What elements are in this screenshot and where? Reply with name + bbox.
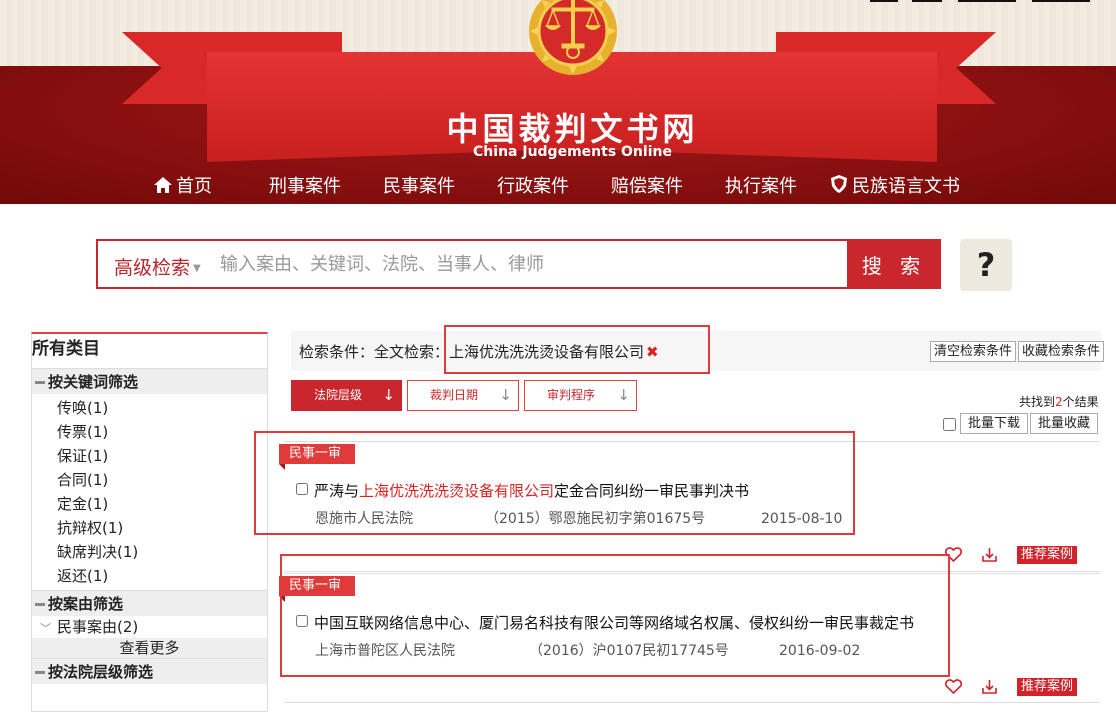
advanced-search-label: 高级检索	[114, 257, 191, 279]
keyword-filter-item[interactable]: 保证(1)	[57, 444, 267, 468]
shield-icon	[831, 175, 847, 193]
main-nav: 首页 刑事案件 民事案件 行政案件 赔偿案件 执行案件 民族语言文书	[0, 168, 1116, 202]
annotation-box	[280, 554, 950, 677]
nav-item-civil[interactable]: 民事案件	[383, 172, 455, 198]
cause-filter-header[interactable]: 按案由筛选	[32, 590, 267, 616]
keyword-filter-item[interactable]: 定金(1)	[57, 492, 267, 516]
criteria-label: 检索条件：全文检索：	[299, 343, 450, 361]
cause-filter-item[interactable]: ﹀ 民事案由(2)	[32, 616, 267, 638]
home-icon	[154, 177, 172, 193]
nav-item-home[interactable]: 首页	[153, 172, 212, 198]
top-link[interactable]	[1032, 0, 1090, 2]
batch-collect-button[interactable]: 批量收藏	[1030, 413, 1099, 434]
result-actions: 推荐案例	[944, 544, 1077, 564]
result-count: 共找到2个结果	[1019, 393, 1099, 410]
select-all-checkbox[interactable]	[943, 418, 956, 431]
site-subtitle: China Judgements Online	[473, 144, 672, 160]
help-button[interactable]: ?	[960, 239, 1012, 291]
download-icon[interactable]	[981, 547, 998, 563]
see-more-link[interactable]: 查看更多	[32, 638, 267, 658]
result-actions: 推荐案例	[944, 676, 1077, 696]
top-link[interactable]	[912, 0, 942, 2]
annotation-box	[254, 431, 855, 535]
sort-label: 法院层级	[314, 388, 363, 402]
keyword-filter-list: 传唤(1) 传票(1) 保证(1) 合同(1) 定金(1) 抗辩权(1) 缺席判…	[32, 394, 267, 590]
chevron-down-icon: ﹀	[40, 622, 51, 635]
result-count-suffix: 个结果	[1062, 395, 1099, 409]
search-input[interactable]	[220, 251, 820, 277]
recommend-case-button[interactable]: 推荐案例	[1016, 677, 1077, 696]
sort-court-level[interactable]: 法院层级 ↓	[291, 380, 402, 411]
search-button[interactable]: 搜 索	[847, 239, 941, 289]
recommend-case-button[interactable]: 推荐案例	[1016, 545, 1077, 564]
nav-label: 首页	[176, 176, 212, 197]
arrow-down-icon: ↓	[499, 386, 512, 404]
keyword-filter-item[interactable]: 合同(1)	[57, 468, 267, 492]
nav-item-compensation[interactable]: 赔偿案件	[611, 172, 683, 198]
result-count-prefix: 共找到	[1019, 395, 1056, 409]
nav-item-ethnic-language[interactable]: 民族语言文书	[829, 172, 960, 198]
nav-item-administrative[interactable]: 行政案件	[497, 172, 569, 198]
keyword-filter-item[interactable]: 传票(1)	[57, 420, 267, 444]
nav-item-enforcement[interactable]: 执行案件	[725, 172, 797, 198]
court-level-filter-header[interactable]: 按法院层级筛选	[32, 658, 267, 684]
sort-judgment-date[interactable]: 裁判日期 ↓	[407, 380, 519, 411]
sort-label: 裁判日期	[430, 388, 479, 402]
batch-download-button[interactable]: 批量下载	[960, 413, 1029, 434]
arrow-down-icon: ↓	[382, 386, 395, 404]
keyword-filter-item[interactable]: 返还(1)	[57, 564, 267, 588]
download-icon[interactable]	[981, 679, 998, 695]
advanced-search-dropdown[interactable]: 高级检索 ▼	[114, 253, 201, 280]
save-criteria-button[interactable]: 收藏检索条件	[1018, 341, 1105, 362]
sort-label: 审判程序	[547, 388, 596, 402]
cause-filter-label: 民事案由(2)	[57, 618, 139, 636]
top-link[interactable]	[958, 0, 1016, 2]
filter-sidebar: 所有类目 按关键词筛选 传唤(1) 传票(1) 保证(1) 合同(1) 定金(1…	[31, 332, 268, 712]
caret-down-icon: ▼	[193, 263, 201, 274]
search-bar: 高级检索▼ 搜 索	[96, 239, 941, 289]
heart-icon[interactable]	[944, 679, 962, 694]
keyword-filter-item[interactable]: 抗辩权(1)	[57, 516, 267, 540]
site-header: 中国裁判文书网 China Judgements Online 首页 刑事案件 …	[0, 0, 1116, 204]
court-emblem-icon	[529, 0, 617, 75]
keyword-filter-header[interactable]: 按关键词筛选	[32, 368, 267, 394]
sidebar-title: 所有类目	[32, 339, 100, 359]
top-link[interactable]	[870, 0, 898, 2]
annotation-box	[444, 325, 710, 374]
nav-label: 民族语言文书	[852, 176, 960, 197]
clear-criteria-button[interactable]: 清空检索条件	[930, 341, 1017, 362]
sort-trial-procedure[interactable]: 审判程序 ↓	[524, 380, 637, 411]
nav-item-criminal[interactable]: 刑事案件	[269, 172, 341, 198]
keyword-filter-item[interactable]: 传唤(1)	[57, 396, 267, 420]
keyword-filter-item[interactable]: 缺席判决(1)	[57, 540, 267, 564]
arrow-down-icon: ↓	[617, 386, 630, 404]
result-count-number: 2	[1055, 395, 1063, 409]
